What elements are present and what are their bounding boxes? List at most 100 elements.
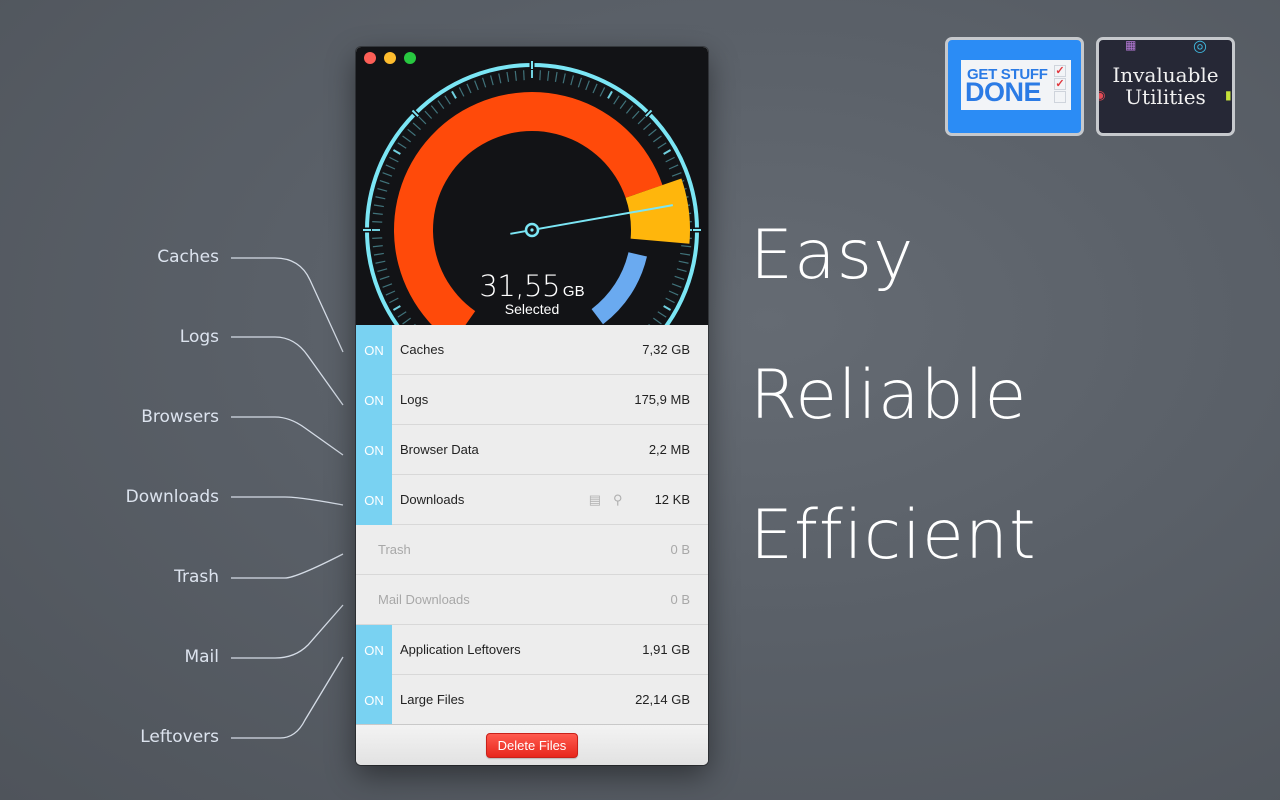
list-item-application-leftovers[interactable]: ON Application Leftovers 1,91 GB <box>356 625 708 675</box>
gauge-readout: 31,55 GB Selected <box>356 269 708 317</box>
gauge-tick <box>379 179 390 185</box>
gauge-needle-center <box>530 228 534 232</box>
gauge-tick <box>397 142 407 149</box>
selected-size-value: 31,55 <box>479 269 560 303</box>
gauge-tick <box>481 77 487 88</box>
minimize-button[interactable] <box>384 52 396 64</box>
item-name: Browser Data <box>400 442 479 457</box>
list-icon[interactable]: ▤ <box>589 492 601 508</box>
gauge-tick <box>671 172 682 177</box>
selected-size-unit: GB <box>562 283 585 300</box>
callout-leftovers: Leftovers <box>140 727 219 747</box>
window-footer: Delete Files <box>356 724 708 765</box>
gauge-tick <box>652 135 662 143</box>
selected-caption: Selected <box>504 301 560 317</box>
gauge-tick <box>372 221 383 223</box>
notepad-icon: GET STUFF DONE ✓ ✓ <box>961 60 1071 110</box>
callout-mail: Mail <box>184 647 219 667</box>
list-item-trash[interactable]: Trash 0 B <box>356 525 708 575</box>
delete-files-button[interactable]: Delete Files <box>485 732 579 758</box>
callout-downloads: Downloads <box>125 487 219 507</box>
traffic-lights <box>364 52 416 64</box>
callout-line-leftovers <box>231 656 344 739</box>
item-size: 0 B <box>670 592 690 607</box>
maximize-button[interactable] <box>404 52 416 64</box>
item-size: 2,2 MB <box>648 442 690 457</box>
list-item-logs[interactable]: ON Logs 175,9 MB <box>356 375 708 425</box>
item-name: Trash <box>378 542 411 557</box>
gauge-tick <box>506 71 510 82</box>
gauge-tick <box>514 70 517 81</box>
gauge-tick <box>607 90 613 99</box>
app-window: 31,55 GB Selected ON Caches 7,32 GB ON Lo… <box>356 47 708 765</box>
callout-caches: Caches <box>157 247 219 267</box>
close-button[interactable] <box>364 52 376 64</box>
callout-line-caches <box>231 257 344 353</box>
gauge-tick <box>637 116 646 125</box>
toggle-browser-data[interactable]: ON <box>356 425 392 475</box>
gauge-tick <box>539 70 541 81</box>
gauge-tick <box>648 128 657 137</box>
gauge-tick <box>385 164 396 170</box>
gauge-tick <box>554 71 558 82</box>
toggle-downloads[interactable]: ON <box>356 475 392 525</box>
gauge-tick <box>577 77 583 88</box>
item-name: Logs <box>400 392 429 407</box>
gauge-tick <box>613 95 620 105</box>
gauge-tick <box>680 252 691 256</box>
gauge-tick <box>377 188 388 192</box>
gauge-tick <box>373 204 384 208</box>
get-stuff-done-badge[interactable]: GET STUFF DONE ✓ ✓ <box>945 37 1084 136</box>
gauge-tick <box>490 75 494 86</box>
item-size: 0 B <box>670 542 690 557</box>
gauge-tick <box>570 75 574 86</box>
badge-iu-line2: Utilities <box>1125 85 1206 109</box>
category-list: ON Caches 7,32 GB ON Logs 175,9 MB ON Br… <box>356 325 708 725</box>
callout-line-mail <box>231 604 344 659</box>
callout-browsers: Browsers <box>141 407 219 427</box>
gauge-tick <box>444 95 451 105</box>
gauge-tick <box>437 100 445 110</box>
list-item-downloads[interactable]: ON Downloads ▤ ⚲ 12 KB <box>356 475 708 525</box>
gauge-tick <box>375 196 386 200</box>
invaluable-utilities-badge[interactable]: ▦ ◎ ◉ ▮ Invaluable Utilities <box>1096 37 1235 136</box>
gauge-tick <box>458 87 465 97</box>
gauge-tick <box>547 70 550 81</box>
gauge-tick <box>407 128 416 137</box>
gauge-tick <box>562 73 566 84</box>
callout-line-downloads <box>231 496 344 506</box>
gauge-tick <box>523 70 525 81</box>
calculator-icon: ▦ <box>1125 38 1137 52</box>
list-item-large-files[interactable]: ON Large Files 22,14 GB <box>356 675 708 725</box>
list-item-mail-downloads[interactable]: Mail Downloads 0 B <box>356 575 708 625</box>
search-icon[interactable]: ⚲ <box>613 492 623 508</box>
item-size: 7,32 GB <box>642 342 690 357</box>
list-item-caches[interactable]: ON Caches 7,32 GB <box>356 325 708 375</box>
item-name: Downloads <box>400 492 465 507</box>
toggle-large-files[interactable]: ON <box>356 675 392 725</box>
gauge-tick <box>418 116 427 125</box>
toggle-logs[interactable]: ON <box>356 375 392 425</box>
toggle-caches[interactable]: ON <box>356 325 392 375</box>
gauge-tick <box>372 212 383 215</box>
checklist-icon: ✓ ✓ <box>1054 65 1066 103</box>
callout-line-trash <box>231 553 344 579</box>
gauge-tick <box>665 156 675 163</box>
gauge-tick <box>657 142 667 149</box>
badge-gsd-line2: DONE <box>965 77 1042 107</box>
item-size: 175,9 MB <box>634 392 690 407</box>
gauge-tick <box>625 105 634 114</box>
gauge-tick <box>466 83 472 94</box>
gauge-tick <box>585 80 590 91</box>
item-name: Mail Downloads <box>378 592 470 607</box>
gauge-tick <box>631 110 640 119</box>
gauge-tick <box>375 260 386 264</box>
gauge-tick <box>599 87 606 97</box>
list-item-browser-data[interactable]: ON Browser Data 2,2 MB <box>356 425 708 475</box>
item-size: 12 KB <box>654 492 690 507</box>
gauge-tick <box>619 100 627 110</box>
gauge-tick <box>402 317 412 325</box>
gauge-tick <box>668 164 679 170</box>
item-name: Caches <box>400 342 445 357</box>
toggle-application-leftovers[interactable]: ON <box>356 625 392 675</box>
